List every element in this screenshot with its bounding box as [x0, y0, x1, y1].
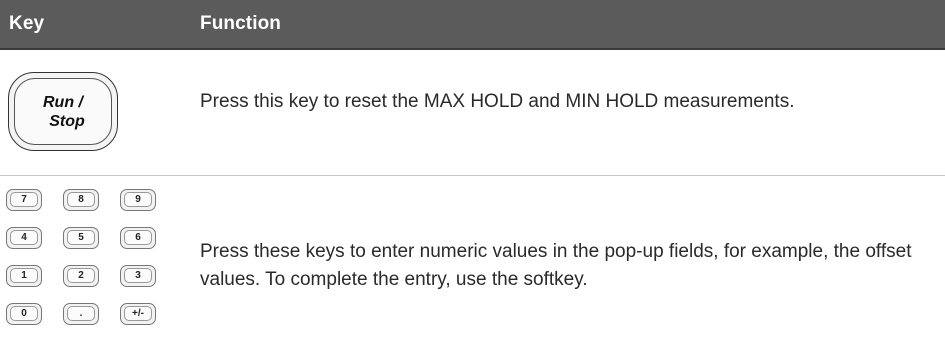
key-6-icon: 6	[120, 227, 156, 249]
run-stop-label-line2: Stop	[49, 112, 85, 130]
run-stop-label-line1: Run /	[43, 93, 83, 111]
key-0-icon: 0	[6, 303, 42, 325]
key-9-icon: 9	[120, 189, 156, 211]
keypad-description: Press these keys to enter numeric values…	[200, 241, 912, 290]
table-row: 7 8 9 4 5 6 1 2 3 0 . +/- Press these ke…	[0, 176, 945, 350]
function-column-header: Function	[200, 13, 282, 34]
key-2-icon: 2	[63, 265, 99, 287]
key-function-table: Key Function Run / Stop Press this key t…	[0, 0, 945, 350]
key-3-icon: 3	[120, 265, 156, 287]
key-1-icon: 1	[6, 265, 42, 287]
run-stop-key-icon: Run / Stop	[8, 72, 118, 151]
key-7-icon: 7	[6, 189, 42, 211]
table-header: Key Function	[0, 0, 945, 50]
numeric-keypad-icon: 7 8 9 4 5 6 1 2 3 0 . +/-	[6, 176, 176, 350]
key-column-header: Key	[9, 13, 45, 34]
table-row: Run / Stop Press this key to reset the M…	[0, 50, 945, 175]
key-8-icon: 8	[63, 189, 99, 211]
key-5-icon: 5	[63, 227, 99, 249]
key-decimal-icon: .	[63, 303, 99, 325]
key-sign-icon: +/-	[120, 303, 156, 325]
run-stop-description: Press this key to reset the MAX HOLD and…	[200, 91, 795, 112]
key-4-icon: 4	[6, 227, 42, 249]
